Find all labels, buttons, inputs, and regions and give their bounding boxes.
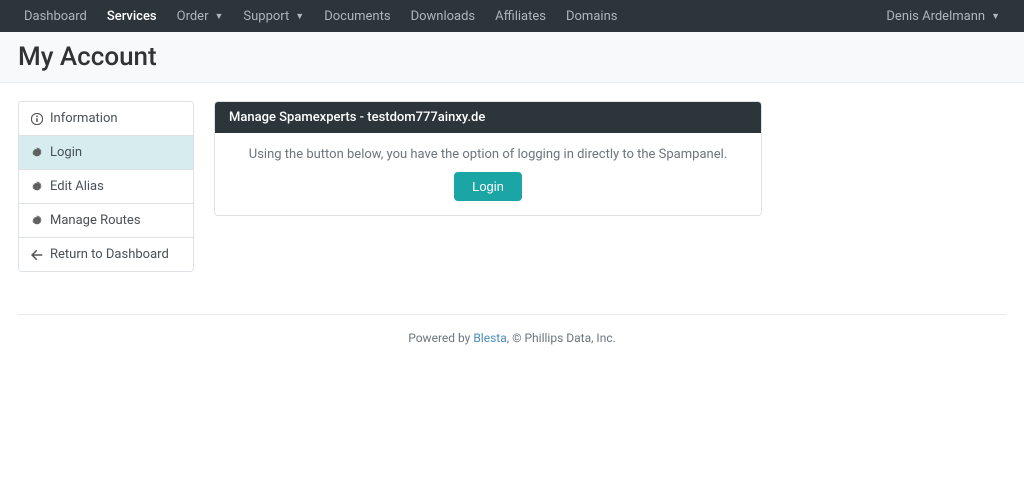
chevron-down-icon: ▼ (991, 11, 1000, 22)
page-header: My Account (0, 32, 1024, 83)
sidebar-item-manage-routes[interactable]: Manage Routes (19, 204, 193, 238)
sidebar: Information Login Edit Alias Manage Rout… (18, 101, 194, 272)
footer-divider (18, 314, 1006, 315)
nav-services[interactable]: Services (97, 3, 167, 30)
sidebar-item-label: Login (50, 145, 82, 160)
card-manage-spamexperts: Manage Spamexperts - testdom777ainxy.de … (214, 101, 762, 216)
info-icon (31, 113, 43, 125)
card-header: Manage Spamexperts - testdom777ainxy.de (215, 102, 761, 133)
page-title: My Account (18, 42, 1006, 72)
gear-icon (31, 181, 43, 193)
card-text: Using the button below, you have the opt… (229, 147, 747, 162)
nav-downloads[interactable]: Downloads (401, 3, 486, 30)
chevron-down-icon: ▼ (295, 11, 304, 22)
nav-order[interactable]: Order▼ (167, 3, 234, 30)
footer: Powered by Blesta, © Phillips Data, Inc. (0, 325, 1024, 365)
nav-dashboard[interactable]: Dashboard (14, 3, 97, 30)
nav-user-menu[interactable]: Denis Ardelmann▼ (876, 3, 1010, 30)
arrow-left-icon (31, 249, 43, 261)
gear-icon (31, 215, 43, 227)
footer-link[interactable]: Blesta (473, 331, 506, 345)
nav-domains[interactable]: Domains (556, 3, 627, 30)
sidebar-item-information[interactable]: Information (19, 102, 193, 136)
nav-right: Denis Ardelmann▼ (876, 3, 1010, 30)
footer-suffix: , © Phillips Data, Inc. (507, 331, 616, 345)
card-body: Using the button below, you have the opt… (215, 133, 761, 215)
main-content: Manage Spamexperts - testdom777ainxy.de … (214, 101, 762, 272)
footer-prefix: Powered by (408, 331, 473, 345)
sidebar-item-edit-alias[interactable]: Edit Alias (19, 170, 193, 204)
sidebar-item-login[interactable]: Login (19, 136, 193, 170)
login-button[interactable]: Login (454, 172, 522, 201)
chevron-down-icon: ▼ (214, 11, 223, 22)
sidebar-item-label: Return to Dashboard (50, 247, 169, 262)
sidebar-item-label: Edit Alias (50, 179, 104, 194)
nav-documents[interactable]: Documents (314, 3, 400, 30)
sidebar-item-label: Information (50, 111, 118, 126)
top-navbar: Dashboard Services Order▼ Support▼ Docum… (0, 0, 1024, 32)
sidebar-item-return-dashboard[interactable]: Return to Dashboard (19, 238, 193, 271)
main-container: Information Login Edit Alias Manage Rout… (0, 83, 780, 290)
gear-icon (31, 147, 43, 159)
nav-left: Dashboard Services Order▼ Support▼ Docum… (14, 3, 627, 30)
sidebar-item-label: Manage Routes (50, 213, 141, 228)
nav-support[interactable]: Support▼ (233, 3, 314, 30)
sidebar-list: Information Login Edit Alias Manage Rout… (18, 101, 194, 272)
nav-affiliates[interactable]: Affiliates (485, 3, 556, 30)
